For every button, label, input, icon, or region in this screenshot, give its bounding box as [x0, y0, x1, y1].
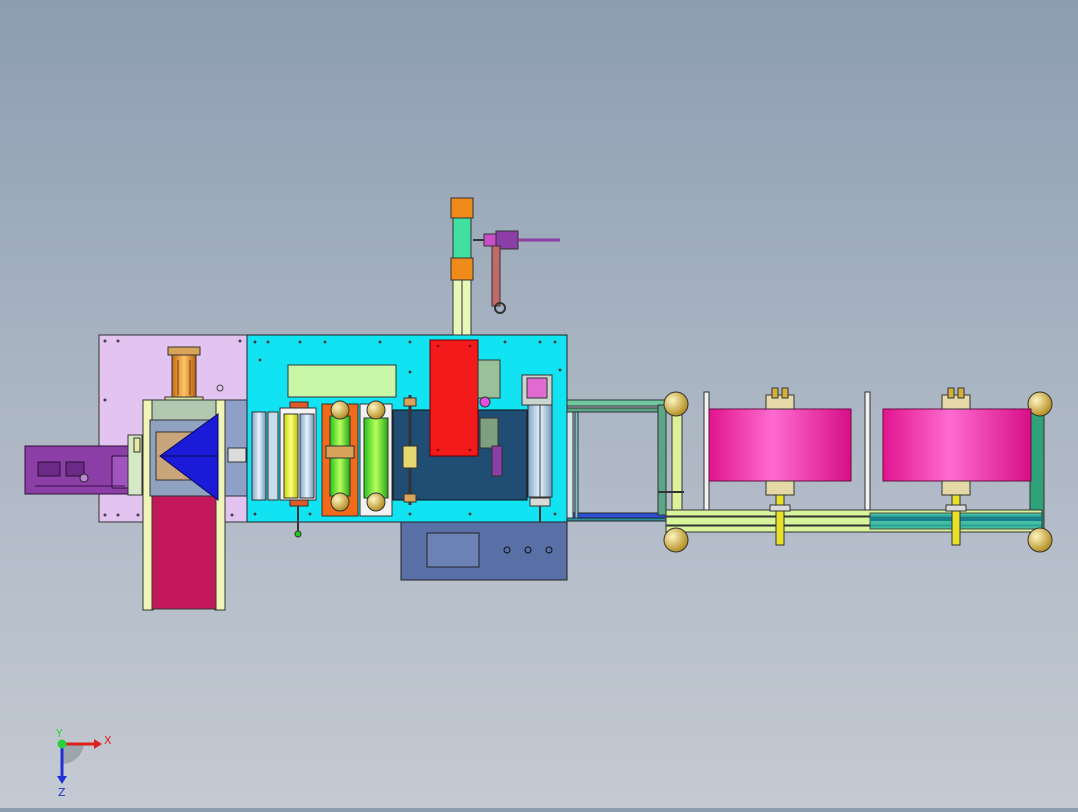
x-axis-label: X [104, 734, 112, 747]
control-box [400, 521, 568, 581]
glass-roller-left [251, 411, 279, 501]
purple-actuator-arm [473, 230, 560, 314]
green-roller [359, 400, 393, 517]
z-axis-label: Z [58, 786, 66, 799]
orange-drive-roller [321, 400, 359, 517]
upper-column [450, 197, 474, 336]
cad-viewport[interactable]: X Y Z [0, 0, 1078, 808]
axis-triad: X Y Z [55, 727, 112, 799]
y-axis-label: Y [55, 727, 63, 740]
left-feeder-arm [24, 445, 134, 495]
